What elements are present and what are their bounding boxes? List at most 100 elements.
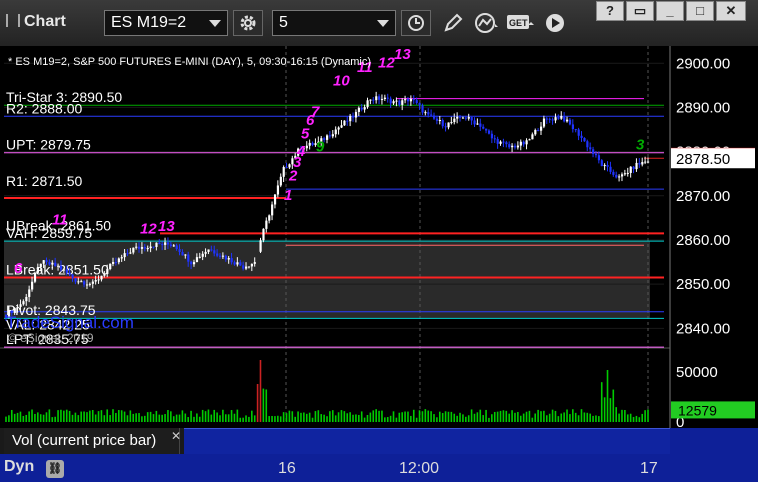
chevron-down-icon[interactable] (209, 20, 221, 27)
play-icon[interactable] (540, 10, 570, 36)
volume-bar (548, 413, 551, 422)
volume-bar (97, 411, 100, 422)
volume-bar (574, 412, 577, 422)
candle-body (542, 118, 546, 127)
volume-bar (384, 417, 386, 422)
candle-body (620, 174, 624, 177)
close-button[interactable]: ✕ (716, 1, 746, 21)
volume-bar (456, 415, 458, 422)
candle-body (473, 120, 476, 125)
candle-body (152, 246, 155, 248)
symbol-selector[interactable]: ES M19=2 (104, 10, 228, 36)
candle-body (62, 269, 66, 271)
candle-body (158, 242, 161, 245)
volume-bar (519, 415, 522, 422)
candle-body (511, 145, 514, 148)
help-button[interactable]: ? (596, 1, 624, 21)
volume-bar (511, 410, 513, 422)
candle-body (606, 165, 609, 167)
candle-body (401, 100, 404, 105)
study-indicator-icon[interactable] (472, 10, 502, 36)
maximize-button[interactable]: □ (686, 1, 714, 21)
candle-body (285, 167, 288, 169)
candle-body (398, 100, 401, 105)
candle-body (149, 246, 152, 249)
minimize-button[interactable]: _ (656, 1, 684, 21)
volume-bar (51, 417, 54, 422)
volume-bar (493, 411, 496, 422)
candle-body (221, 255, 225, 257)
volume-bar (517, 411, 519, 422)
candle-body (245, 266, 248, 269)
volume-bar (48, 409, 51, 422)
volume-bar (146, 412, 149, 422)
candle-body (626, 172, 629, 174)
volume-bar (187, 417, 189, 422)
volume-bar (551, 409, 554, 422)
candle-body (647, 161, 650, 163)
level-label: VAH: 2859.75 (6, 225, 92, 241)
candle-body (192, 262, 196, 265)
volume-bar (161, 414, 163, 422)
volume-bar (372, 410, 375, 422)
volume-bar (42, 414, 45, 422)
last-volume-label: 12579 (678, 402, 717, 418)
candle-body (210, 249, 213, 251)
candle-body (644, 161, 647, 163)
volume-bar (502, 410, 505, 422)
svg-text:GET: GET (509, 18, 528, 28)
volume-bar (167, 410, 169, 422)
candle-body (635, 162, 638, 170)
pencil-draw-icon[interactable] (438, 10, 468, 36)
interval-selector[interactable]: 5 (272, 10, 396, 36)
chart-bars-icon (6, 14, 20, 27)
volume-bar (135, 413, 137, 422)
volume-bar (265, 389, 268, 422)
candle-body (580, 135, 583, 138)
volume-bar (285, 413, 288, 422)
close-icon[interactable]: ✕ (171, 429, 181, 443)
count-label: 11 (52, 212, 68, 229)
price-chart[interactable]: Tri-Star 3: 2890.50R2: 2888.00UPT: 2879.… (0, 46, 758, 428)
volume-bar (401, 412, 403, 422)
candle-body (271, 204, 274, 216)
volume-bar (433, 414, 435, 422)
volume-bar (441, 413, 444, 422)
settings-gear-icon[interactable] (233, 10, 263, 36)
volume-bar (363, 417, 366, 422)
volume-bar (589, 413, 591, 422)
volume-bar (91, 410, 94, 422)
clock-icon[interactable] (401, 10, 431, 36)
volume-bar (476, 412, 479, 422)
count-label: 1 (284, 187, 292, 204)
candle-body (421, 105, 424, 113)
count-label: 3 (636, 136, 645, 153)
volume-bar (410, 415, 412, 422)
chevron-down-icon[interactable] (377, 20, 389, 27)
candle-body (242, 265, 245, 269)
get-data-icon[interactable]: GET (506, 10, 536, 36)
volume-bar (193, 416, 195, 422)
volume-bar (311, 417, 314, 422)
watermark: TradeSignal.com (6, 313, 134, 332)
volume-bar (470, 409, 473, 422)
candle-body (522, 141, 525, 145)
volume-bar (181, 410, 184, 422)
volume-pane-label[interactable]: Vol (current price bar) (4, 428, 180, 454)
copyright-text: © eSignal, 2019 (8, 331, 94, 345)
candle-body (435, 118, 439, 121)
candle-body (279, 176, 282, 186)
volume-bar (366, 414, 369, 422)
candle-body (100, 275, 103, 280)
candle-body (600, 160, 603, 167)
restore-layout-button[interactable]: ▭ (626, 1, 654, 21)
candle-body (262, 228, 265, 241)
volume-bar (459, 412, 461, 422)
volume-bar (427, 410, 430, 422)
candle-body (187, 254, 190, 262)
candle-body (132, 247, 135, 253)
candle-body (195, 257, 199, 263)
volume-bar (392, 411, 395, 422)
candle-body (357, 107, 361, 112)
candle-body (629, 166, 632, 173)
